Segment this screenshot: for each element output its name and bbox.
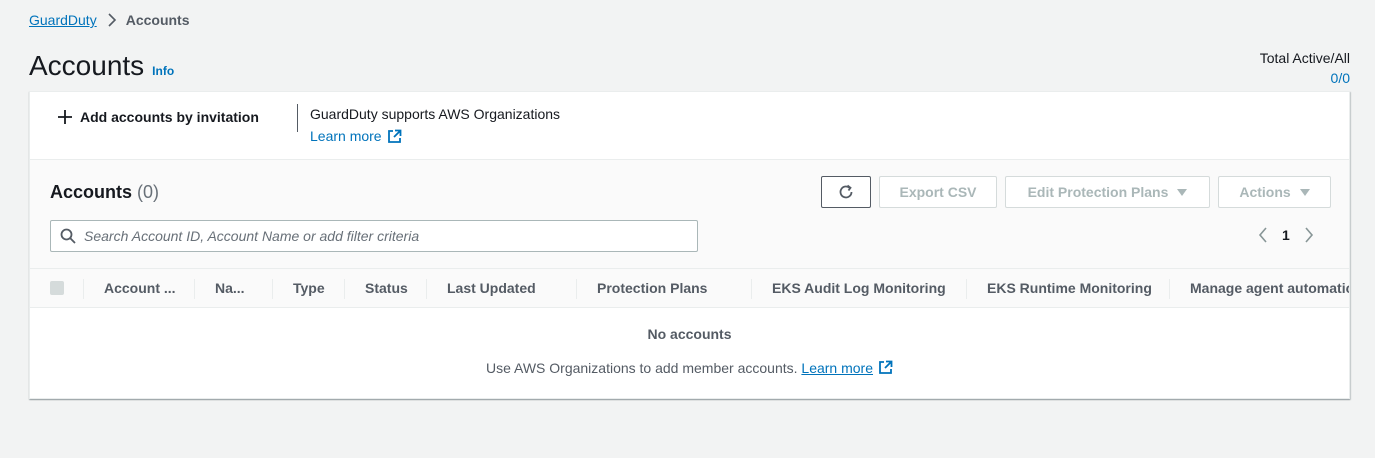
chevron-right-icon[interactable] — [1304, 227, 1314, 243]
accounts-panel: Add accounts by invitation GuardDuty sup… — [29, 91, 1350, 399]
col-eks-runtime[interactable]: EKS Runtime Monitoring — [987, 269, 1152, 307]
add-accounts-button[interactable]: Add accounts by invitation — [58, 109, 259, 125]
breadcrumb-guardduty-link[interactable]: GuardDuty — [29, 12, 97, 28]
export-csv-button[interactable]: Export CSV — [879, 176, 997, 208]
col-status[interactable]: Status — [365, 269, 408, 307]
external-link-icon — [387, 129, 401, 143]
column-divider — [426, 279, 427, 299]
caret-down-icon — [1177, 188, 1188, 196]
breadcrumb: GuardDuty Accounts — [29, 12, 190, 28]
table-title-text: Accounts — [50, 182, 133, 202]
total-active-all: Total Active/All 0/0 — [1260, 50, 1350, 86]
col-last-updated[interactable]: Last Updated — [447, 269, 536, 307]
accounts-table: Accounts (0) Export CSV Edit Protection … — [30, 159, 1349, 399]
empty-state-description: Use AWS Organizations to add member acco… — [30, 360, 1349, 376]
table-header: Accounts (0) Export CSV Edit Protection … — [30, 160, 1349, 268]
column-divider — [194, 279, 195, 299]
breadcrumb-current: Accounts — [125, 12, 190, 28]
col-manage-agent[interactable]: Manage agent automatically — [1190, 269, 1349, 307]
caret-down-icon — [1299, 188, 1310, 196]
plus-icon — [58, 110, 72, 124]
column-divider — [272, 279, 273, 299]
column-divider — [83, 279, 84, 299]
export-csv-label: Export CSV — [899, 184, 977, 200]
table-count: (0) — [137, 182, 160, 202]
chevron-right-icon — [107, 13, 117, 27]
column-divider — [751, 279, 752, 299]
edit-protection-plans-label: Edit Protection Plans — [1027, 184, 1169, 200]
column-divider — [576, 279, 577, 299]
total-label: Total Active/All — [1259, 50, 1350, 66]
chevron-left-icon[interactable] — [1258, 227, 1268, 243]
col-eks-audit-log[interactable]: EKS Audit Log Monitoring — [772, 269, 946, 307]
page-number[interactable]: 1 — [1282, 227, 1290, 243]
actions-label: Actions — [1239, 184, 1291, 200]
refresh-icon — [839, 184, 853, 199]
org-learn-more-link[interactable]: Learn more — [310, 128, 402, 144]
empty-learn-more-link[interactable]: Learn more — [801, 360, 873, 376]
edit-protection-plans-button[interactable]: Edit Protection Plans — [1005, 176, 1210, 208]
empty-state-title: No accounts — [647, 326, 732, 342]
col-protection-plans[interactable]: Protection Plans — [597, 269, 707, 307]
pagination: 1 — [1258, 227, 1314, 243]
column-divider — [966, 279, 967, 299]
col-name[interactable]: Na... — [215, 269, 245, 307]
add-accounts-label: Add accounts by invitation — [80, 109, 259, 125]
empty-state-text: Use AWS Organizations to add member acco… — [486, 360, 798, 376]
divider — [297, 104, 298, 132]
search-box — [50, 220, 698, 252]
actions-button[interactable]: Actions — [1218, 176, 1331, 208]
col-account-id[interactable]: Account ... — [104, 269, 176, 307]
select-all-checkbox[interactable] — [50, 281, 64, 295]
org-support-text: GuardDuty supports AWS Organizations — [310, 106, 561, 122]
refresh-button[interactable] — [821, 176, 871, 208]
col-type[interactable]: Type — [293, 269, 325, 307]
column-divider — [1169, 279, 1170, 299]
org-learn-more-label: Learn more — [310, 128, 382, 144]
info-link[interactable]: Info — [152, 64, 174, 78]
column-header-row: Account ... Na... Type Status Last Updat… — [30, 268, 1349, 308]
total-value-link[interactable]: 0/0 — [1260, 70, 1350, 86]
search-icon — [60, 228, 76, 244]
external-link-icon — [879, 360, 893, 374]
table-title: Accounts (0) — [50, 182, 159, 203]
column-divider — [344, 279, 345, 299]
search-input[interactable] — [84, 228, 664, 244]
invite-bar: Add accounts by invitation GuardDuty sup… — [30, 92, 1349, 159]
page-title: Accounts — [29, 50, 145, 81]
page-header: Accounts Info — [29, 50, 174, 82]
